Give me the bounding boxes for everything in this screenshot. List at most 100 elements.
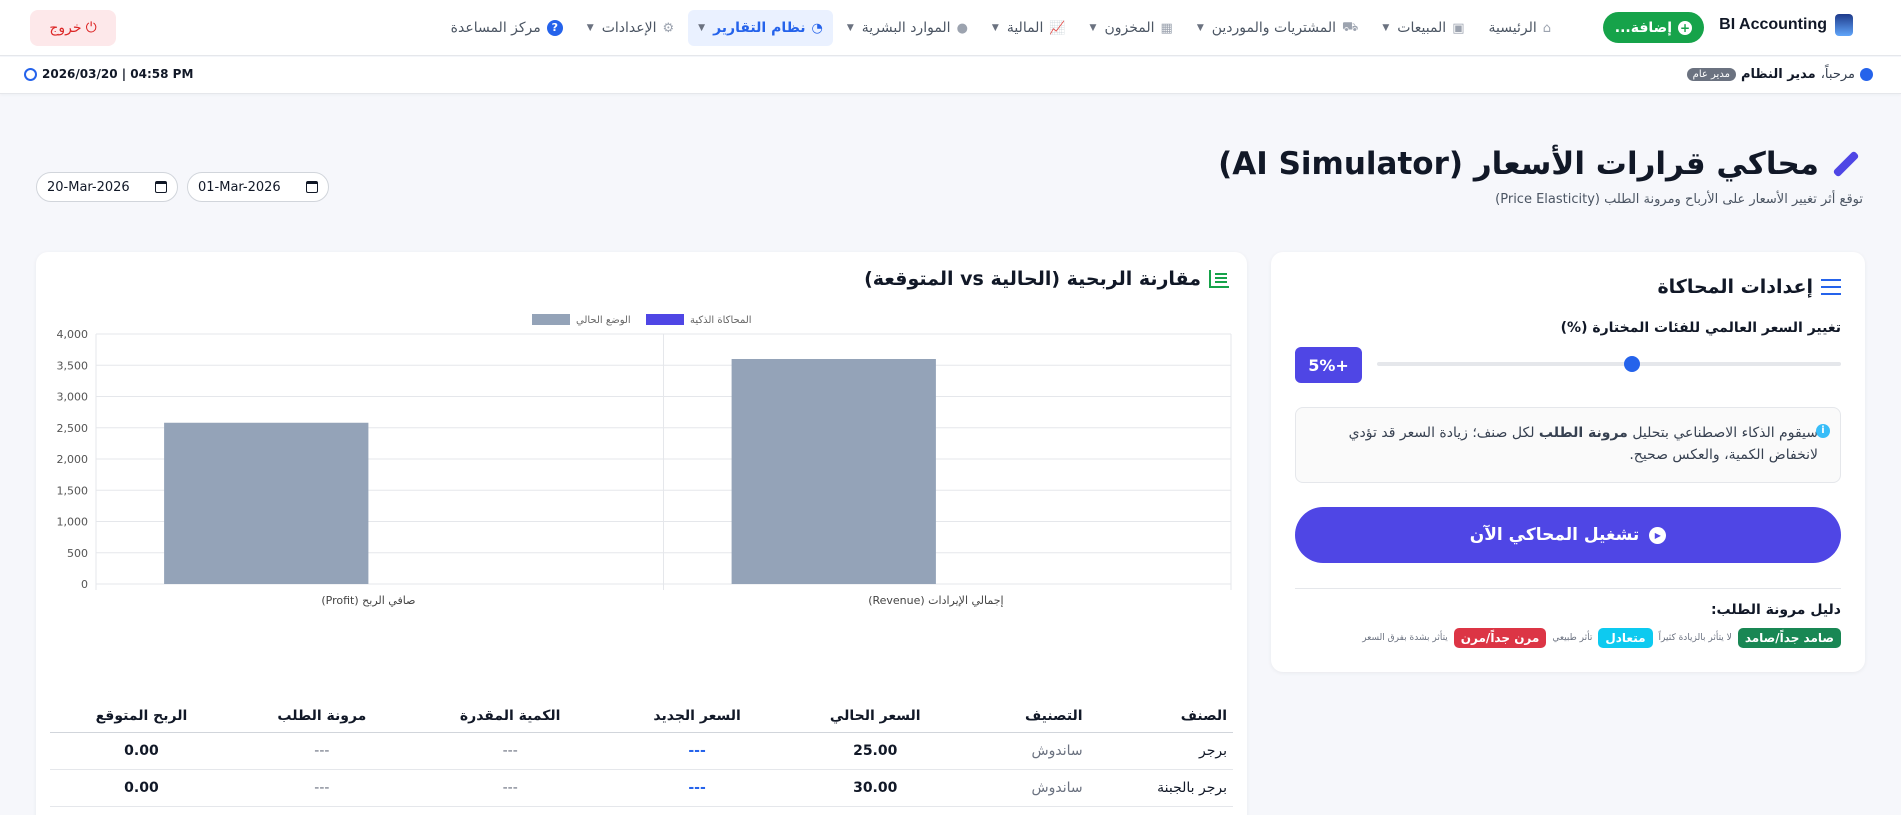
bar [164, 422, 369, 584]
nav-item-label: المبيعات [1397, 20, 1447, 36]
table-cell: ساندوش [965, 732, 1089, 770]
role-badge: مدير عام [1686, 68, 1736, 81]
user-bar: مرحباً، مدير النظام مدير عام 2026/03/20 … [0, 57, 1901, 94]
table-cell: برجر [1088, 732, 1233, 770]
nav-item-8[interactable]: ? مركز المساعدة [441, 10, 573, 46]
table-header-cell[interactable]: الربح المتوقع [50, 700, 233, 733]
run-simulator-button[interactable]: ▶ تشغيل المحاكي الآن [1295, 507, 1841, 563]
y-tick-label: 3,500 [57, 359, 89, 372]
nav-item-label: مركز المساعدة [450, 20, 541, 36]
nav-item-6[interactable]: ◔ نظام التقارير ▼ [688, 10, 833, 46]
table-cell: برجر بالجبنة [1088, 769, 1233, 807]
nav-item-label: نظام التقارير [713, 20, 806, 36]
profit-chart: الوضع الحالي المحاكاة الذكية 0 500 1,000 1,50… [57, 314, 1232, 607]
chart-bar-icon [1209, 270, 1229, 288]
table-header-cell[interactable]: السعر الحالي [784, 700, 966, 733]
table-header-cell[interactable]: الصنف [1088, 700, 1233, 733]
table-cell: --- [410, 769, 610, 807]
nav-item-label: المخزون [1104, 20, 1155, 36]
truck-icon: ⛟ [1342, 19, 1359, 35]
legend-label: الوضع الحالي [576, 315, 631, 326]
caret-down-icon: ▼ [846, 23, 854, 33]
chart-title-text: مقارنة الربحية (الحالية vs المتوقعة) [864, 268, 1201, 290]
table-header-cell[interactable]: مرونة الطلب [232, 700, 411, 733]
settings-title-text: إعدادات المحاكاة [1657, 276, 1813, 298]
table-body: برجر ساندوش 25.00 --- --- --- 0.00 برجر بالجبنة… [50, 732, 1233, 807]
brand-logo-icon [1835, 14, 1853, 36]
elasticity-badge-1: متعادل [1598, 628, 1653, 648]
table-cell: 0.00 [50, 769, 233, 807]
welcome-message: مرحباً، مدير النظام مدير عام [1686, 67, 1873, 82]
info-prefix: سيقوم الذكاء الاصطناعي بتحليل [1632, 425, 1818, 441]
x-tick-label: صافي الربح (Profit) [321, 594, 415, 607]
clock-icon [24, 67, 37, 81]
power-icon: ⏻ [85, 20, 97, 36]
user-circle-icon [1860, 68, 1873, 81]
calendar-icon[interactable] [155, 181, 167, 193]
table-header-cell[interactable]: الكمية المقدرة [410, 700, 610, 733]
table-header-cell[interactable]: التصنيف [965, 700, 1089, 733]
bag-icon: ▣ [1452, 20, 1465, 36]
y-tick-label: 3,000 [57, 391, 89, 404]
y-tick-label: 0 [81, 578, 88, 591]
y-tick-label: 4,000 [57, 328, 89, 341]
nav-item-5[interactable]: ● الموارد البشرية ▼ [837, 10, 978, 46]
simulation-settings-card: إعدادات المحاكاة تغيير السعر العالمي للف… [1271, 252, 1865, 672]
gear-icon: ⚙ [662, 20, 675, 36]
nav-item-label: الموارد البشرية [861, 20, 951, 36]
slider-thumb[interactable] [1624, 356, 1641, 372]
plus-icon: + [1678, 20, 1692, 35]
table-cell: --- [609, 769, 785, 807]
logout-button[interactable]: ⏻ خروج [30, 10, 116, 46]
info-bold: مرونة الطلب [1538, 425, 1628, 441]
table-row: برجر ساندوش 25.00 --- --- --- 0.00 [50, 732, 1233, 770]
chart-title: مقارنة الربحية (الحالية vs المتوقعة) [864, 268, 1229, 290]
table-cell: ساندوش [965, 769, 1089, 807]
simulation-table: الصنف التصنيف السعر الحالي السعر الجديد الكم… [50, 700, 1233, 807]
top-navbar: BI Accounting + إضافة... ⌂ الرئيسية ▣ المبي… [0, 0, 1901, 56]
pie-chart-icon: ◔ [811, 20, 823, 36]
legend-swatch [646, 314, 684, 325]
brand-name: BI Accounting [1719, 16, 1827, 33]
brand[interactable]: BI Accounting [1719, 14, 1853, 36]
x-tick-label: إجمالي الإيرادات (Revenue) [868, 594, 1003, 607]
table-cell: 0.00 [50, 732, 233, 770]
table-header-cell[interactable]: السعر الجديد [609, 700, 785, 733]
table-cell: 30.00 [784, 769, 966, 807]
nav-item-2[interactable]: ⛟ المشتريات والموردين ▼ [1187, 10, 1369, 46]
quick-add-label: إضافة... [1614, 19, 1672, 36]
date-to-input[interactable]: 20-Mar-2026 [36, 172, 178, 202]
elasticity-badge-0: صامد جداً/صامد [1737, 628, 1841, 648]
price-change-label: تغيير السعر العالمي للفئات المختارة (%) [1560, 320, 1841, 336]
y-tick-label: 2,500 [57, 422, 89, 435]
boxes-icon: ▦ [1160, 20, 1173, 36]
y-tick-label: 500 [67, 547, 88, 560]
y-tick-label: 1,000 [57, 516, 89, 529]
y-tick-label: 1,500 [57, 484, 89, 497]
page-title-text: محاكي قرارات الأسعار (AI Simulator) [1218, 146, 1819, 182]
legend-label: المحاكاة الذكية [690, 315, 752, 326]
profitability-chart-card: مقارنة الربحية (الحالية vs المتوقعة) الو… [36, 252, 1247, 815]
home-icon: ⌂ [1542, 20, 1551, 36]
current-datetime: 2026/03/20 | 04:58 PM [24, 67, 193, 81]
table-header-row: الصنف التصنيف السعر الحالي السعر الجديد الكم… [50, 700, 1233, 733]
elasticity-badge-2: مرن جداً/مرن [1453, 628, 1547, 648]
help-icon: ? [546, 20, 563, 36]
nav-item-4[interactable]: 📈 المالية ▼ [982, 10, 1076, 46]
nav-item-0[interactable]: ⌂ الرئيسية [1479, 10, 1562, 46]
nav-item-1[interactable]: ▣ المبيعات ▼ [1372, 10, 1474, 46]
datetime-text: 2026/03/20 | 04:58 PM [42, 67, 194, 81]
quick-add-button[interactable]: + إضافة... [1602, 12, 1704, 43]
caret-down-icon: ▼ [1382, 23, 1390, 33]
play-icon: ▶ [1649, 526, 1667, 544]
calendar-icon[interactable] [306, 181, 318, 193]
welcome-text: مرحباً، [1820, 67, 1855, 82]
date-from-input[interactable]: 01-Mar-2026 [187, 172, 329, 202]
info-box: i سيقوم الذكاء الاصطناعي بتحليل مرونة ال… [1295, 407, 1841, 483]
nav-item-3[interactable]: ▦ المخزون ▼ [1080, 10, 1183, 46]
y-tick-label: 2,000 [57, 453, 89, 466]
logout-label: خروج [49, 20, 82, 36]
elasticity-note-1: تأثر طبيعي [1552, 633, 1593, 643]
nav-item-7[interactable]: ⚙ الإعدادات ▼ [577, 10, 684, 46]
price-change-slider[interactable] [1377, 356, 1841, 372]
